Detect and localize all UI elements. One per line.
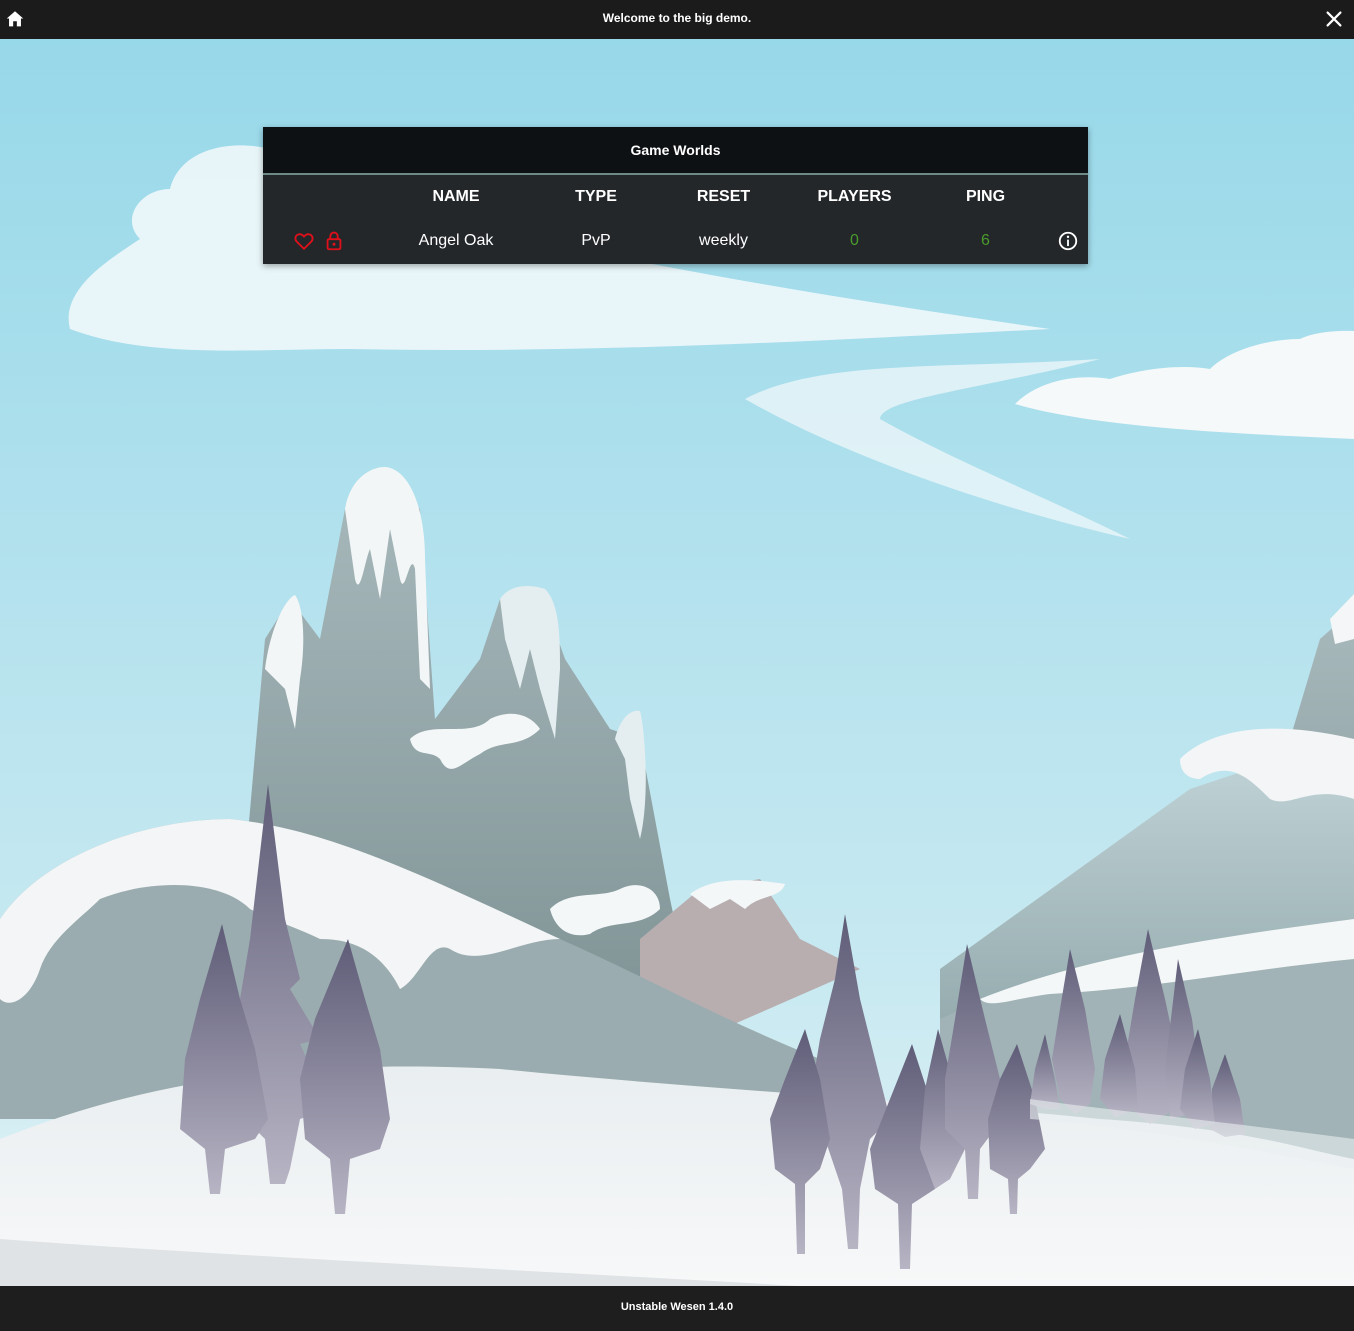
column-header-name[interactable]: NAME xyxy=(376,175,536,219)
heart-outline-icon[interactable] xyxy=(293,230,315,252)
close-icon[interactable] xyxy=(1323,8,1345,30)
column-header-players[interactable]: PLAYERS xyxy=(791,175,918,219)
table-row[interactable]: Angel Oak PvP weekly 0 6 xyxy=(263,219,1088,263)
column-header-type[interactable]: TYPE xyxy=(536,175,656,219)
table-header: NAME TYPE RESET PLAYERS PING xyxy=(263,175,1088,219)
top-bar: Welcome to the big demo. xyxy=(0,0,1354,39)
world-players: 0 xyxy=(850,232,859,249)
game-worlds-panel: Game Worlds NAME TYPE RESET PLAYERS PING… xyxy=(263,127,1088,264)
footer-bar: Unstable Wesen 1.4.0 xyxy=(0,1286,1354,1331)
world-name: Angel Oak xyxy=(418,232,494,249)
column-header-ping[interactable]: PING xyxy=(918,175,1053,219)
column-header-reset[interactable]: RESET xyxy=(656,175,791,219)
panel-title: Game Worlds xyxy=(263,127,1088,175)
page-title: Welcome to the big demo. xyxy=(602,11,752,25)
world-ping: 6 xyxy=(981,232,990,249)
info-button[interactable] xyxy=(1054,219,1082,263)
lock-open-icon[interactable] xyxy=(323,230,345,252)
row-icons xyxy=(293,219,353,263)
world-reset: weekly xyxy=(699,232,748,249)
version-label: Unstable Wesen 1.4.0 xyxy=(620,1301,734,1313)
world-type: PvP xyxy=(581,232,611,249)
info-icon[interactable] xyxy=(1057,230,1079,252)
